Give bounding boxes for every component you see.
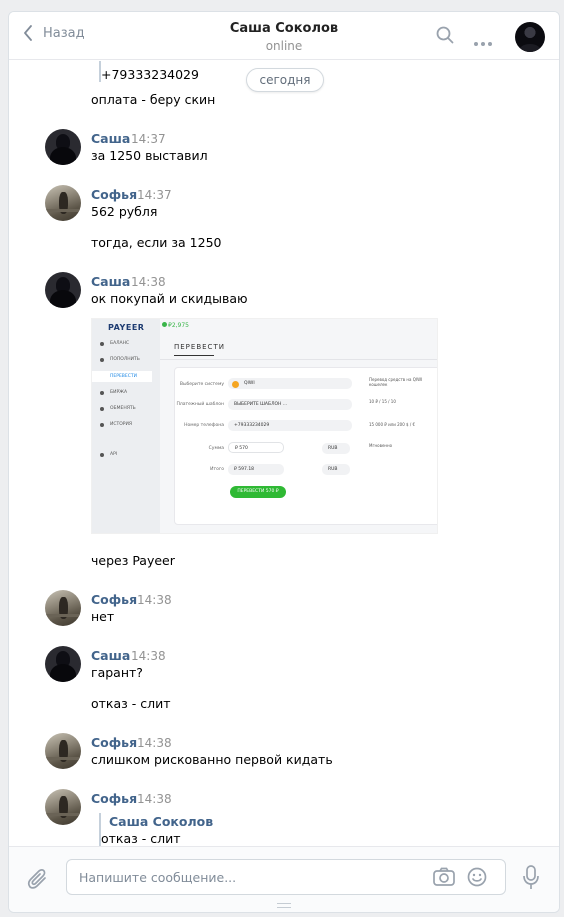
resize-handle[interactable] bbox=[277, 903, 291, 908]
menu-dot bbox=[100, 407, 104, 411]
message-author[interactable]: Софья bbox=[91, 735, 137, 750]
date-separator: сегодня bbox=[246, 68, 324, 92]
payeer-menu-item: ИСТОРИЯ bbox=[110, 422, 133, 427]
contact-avatar[interactable] bbox=[515, 22, 545, 52]
payeer-logo: PAYEER bbox=[108, 323, 145, 332]
template-select: ВЫБЕРИТЕ ШАБЛОН ... bbox=[228, 399, 352, 410]
info-text: 10 ₽ / 15 / 10 bbox=[369, 399, 396, 404]
avatar[interactable] bbox=[45, 733, 81, 769]
form-label: Сумма bbox=[208, 446, 224, 451]
microphone-icon[interactable] bbox=[523, 865, 539, 895]
camera-icon[interactable] bbox=[433, 867, 455, 891]
currency-select: RUB bbox=[322, 443, 350, 454]
payeer-balance: ₽2,975 bbox=[168, 322, 189, 329]
balance-icon bbox=[162, 322, 167, 327]
avatar[interactable] bbox=[45, 646, 81, 682]
message-time: 14:37 bbox=[131, 132, 166, 146]
message-text: 562 рубля bbox=[91, 204, 158, 219]
form-label: Номер телефона bbox=[184, 423, 224, 428]
menu-dot bbox=[100, 358, 104, 362]
phone-field: +79333234029 bbox=[228, 420, 352, 431]
system-select: QIWI bbox=[228, 378, 352, 389]
qiwi-icon bbox=[232, 381, 239, 388]
avatar[interactable] bbox=[45, 789, 81, 825]
menu-dot bbox=[100, 391, 104, 395]
quote-author[interactable]: Саша Соколов bbox=[109, 814, 213, 829]
message-text: тогда, если за 1250 bbox=[91, 235, 222, 250]
paperclip-icon[interactable] bbox=[27, 867, 49, 895]
message-input-box[interactable] bbox=[66, 859, 506, 895]
message-author[interactable]: Саша bbox=[91, 648, 130, 663]
message-text: за 1250 выставил bbox=[91, 148, 208, 163]
amount-field: ₽ 570 bbox=[228, 442, 284, 453]
message-time: 14:38 bbox=[137, 593, 172, 607]
message-text: через Payeer bbox=[91, 553, 175, 568]
smile-icon[interactable] bbox=[467, 867, 487, 891]
photo-attachment[interactable]: PAYEER ₽2,975 БАЛАНС ПОПОЛНИТЬ ПЕРЕВЕСТИ… bbox=[91, 318, 438, 534]
info-text: Мгновенно bbox=[369, 443, 393, 448]
avatar[interactable] bbox=[45, 185, 81, 221]
more-icon[interactable] bbox=[473, 32, 493, 51]
info-text: Перевод средств на QIWI кошелек bbox=[369, 377, 423, 387]
message-time: 14:38 bbox=[131, 649, 166, 663]
chat-header: Назад Саша Соколов online bbox=[9, 12, 559, 60]
message-time: 14:38 bbox=[137, 736, 172, 750]
composer bbox=[9, 846, 559, 912]
message-author[interactable]: Софья bbox=[91, 592, 137, 607]
quoted-phone: +79333234029 bbox=[101, 67, 199, 82]
form-label: Итого bbox=[210, 467, 224, 472]
message-text: нет bbox=[91, 609, 115, 624]
chat-window: Назад Саша Соколов online +79333234029 с… bbox=[8, 11, 560, 913]
message-author[interactable]: Саша bbox=[91, 274, 130, 289]
payeer-menu-item: БАЛАНС bbox=[110, 341, 130, 346]
transfer-button: ПЕРЕВЕСТИ 570 ₽ bbox=[230, 486, 286, 498]
message-text: отказ - слит bbox=[91, 696, 171, 711]
divider bbox=[160, 359, 437, 360]
message-text: ок покупай и скидываю bbox=[91, 291, 248, 306]
quote-text: отказ - слит bbox=[101, 831, 181, 846]
total-field: ₽ 597.18 bbox=[228, 464, 284, 475]
message-author[interactable]: Софья bbox=[91, 187, 137, 202]
form-label: Платежный шаблон bbox=[176, 402, 224, 407]
menu-dot bbox=[100, 342, 104, 346]
payeer-menu-item: БИРЖА bbox=[110, 390, 128, 395]
menu-dot bbox=[100, 423, 104, 427]
message-feed[interactable]: +79333234029 сегодня оплата - беру скин … bbox=[9, 61, 559, 846]
message-author[interactable]: Саша bbox=[91, 131, 130, 146]
avatar[interactable] bbox=[45, 272, 81, 308]
search-icon[interactable] bbox=[436, 26, 454, 48]
message-text: оплата - беру скин bbox=[91, 92, 216, 107]
message-text: гарант? bbox=[91, 665, 143, 680]
menu-dot bbox=[100, 453, 104, 457]
message-author[interactable]: Софья bbox=[91, 791, 137, 806]
payeer-page-title: ПЕРЕВЕСТИ bbox=[174, 343, 225, 351]
message-time: 14:38 bbox=[131, 275, 166, 289]
message-time: 14:37 bbox=[137, 188, 172, 202]
form-label: Выберите систему bbox=[179, 382, 224, 387]
message-time: 14:38 bbox=[137, 792, 172, 806]
currency-select: RUB bbox=[322, 464, 350, 475]
avatar[interactable] bbox=[45, 129, 81, 165]
message-input[interactable] bbox=[79, 860, 419, 894]
info-text: 15 000 ₽ или 200 $ / € bbox=[369, 422, 415, 427]
avatar[interactable] bbox=[45, 590, 81, 626]
payeer-menu-item-active: ПЕРЕВЕСТИ bbox=[92, 371, 152, 382]
title-underline bbox=[174, 355, 214, 356]
payeer-menu-item: API bbox=[110, 452, 118, 457]
message-text: слишком рискованно первой кидать bbox=[91, 752, 333, 767]
payeer-menu-item: ПОПОЛНИТЬ bbox=[110, 357, 140, 362]
payeer-menu-item: ОБМЕНЯТЬ bbox=[110, 406, 136, 411]
